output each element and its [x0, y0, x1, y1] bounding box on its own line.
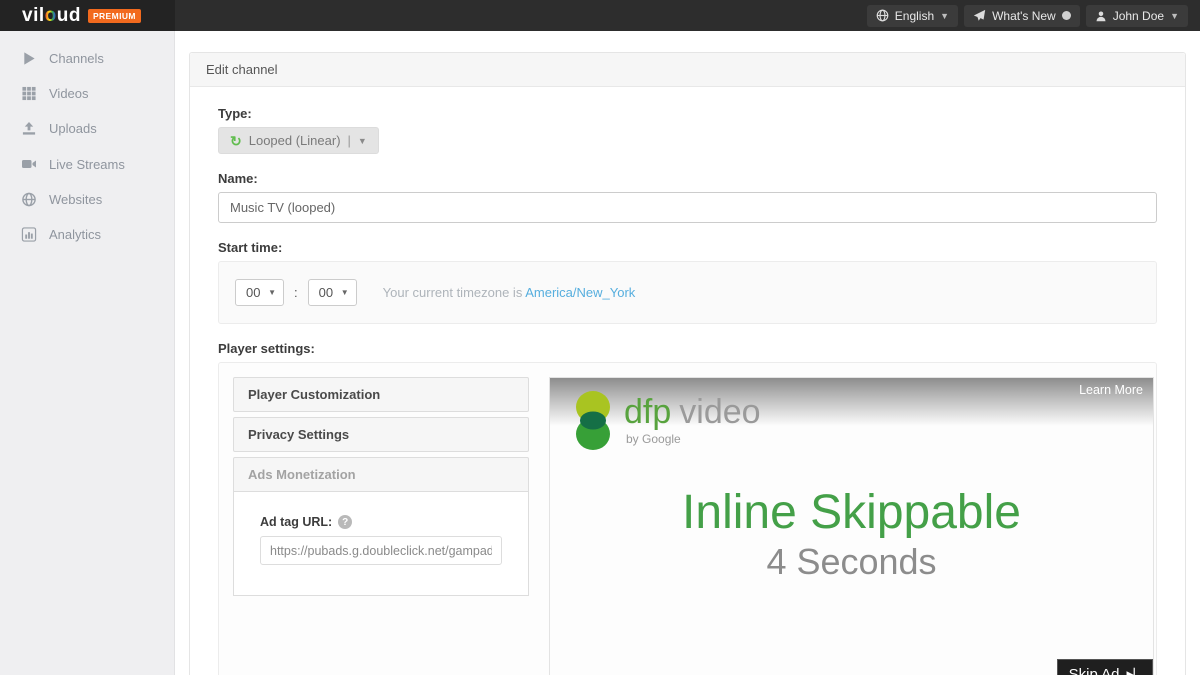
main-content: Edit channel Type: ↻ Looped (Linear) | ▼	[175, 31, 1200, 675]
player-settings-panel: Player Customization Privacy Settings Ad…	[218, 362, 1157, 675]
sidebar-item-label: Channels	[49, 51, 104, 66]
viloud-logo: viloud	[22, 5, 81, 27]
minute-select[interactable]: 00 ▼	[308, 279, 357, 306]
language-label: English	[895, 9, 934, 23]
globe-icon	[876, 9, 889, 22]
page-title: Edit channel	[190, 53, 1185, 87]
name-section: Name:	[218, 171, 1157, 223]
chevron-down-icon: ▼	[341, 288, 349, 297]
user-icon	[1095, 10, 1107, 22]
minute-value: 00	[319, 285, 333, 300]
tab-player-customization[interactable]: Player Customization	[233, 377, 529, 412]
start-time-label: Start time:	[218, 240, 1157, 255]
sidebar-item-uploads[interactable]: Uploads	[0, 111, 174, 146]
sidebar-item-analytics[interactable]: Analytics	[0, 217, 174, 252]
settings-accordion: Player Customization Privacy Settings Ad…	[233, 377, 529, 675]
bar-chart-icon	[21, 227, 37, 242]
topbar-actions: English ▼ What's New John Doe ▼	[175, 0, 1200, 31]
sidebar-item-websites[interactable]: Websites	[0, 182, 174, 217]
learn-more-link[interactable]: Learn More	[1079, 383, 1143, 397]
dfp-video-logo: dfpvideo by Google	[570, 389, 761, 453]
app-window: viloud PREMIUM English ▼ What's New John…	[0, 0, 1200, 675]
premium-badge: PREMIUM	[88, 9, 141, 23]
sidebar-item-label: Uploads	[49, 121, 97, 136]
timezone-link[interactable]: America/New_York	[525, 285, 635, 300]
type-section: Type: ↻ Looped (Linear) | ▼	[218, 106, 1157, 154]
start-time-panel: 00 ▼ : 00 ▼ Your current timezone is Ame…	[218, 261, 1157, 324]
logo-tv-icon: o	[45, 5, 57, 26]
language-menu-button[interactable]: English ▼	[867, 5, 958, 27]
divider: |	[348, 133, 351, 148]
skip-ad-label: Skip Ad	[1069, 666, 1120, 675]
sidebar-item-label: Websites	[49, 192, 102, 207]
channel-name-input[interactable]	[218, 192, 1157, 223]
channel-type-dropdown[interactable]: ↻ Looped (Linear) | ▼	[218, 127, 379, 154]
sidebar-item-live-streams[interactable]: Live Streams	[0, 146, 174, 182]
video-camera-icon	[21, 156, 37, 172]
chevron-down-icon: ▼	[268, 288, 276, 297]
sidebar: Channels Videos Uploads Live Streams Web…	[0, 31, 175, 675]
dfp-logo-text: dfp	[624, 393, 671, 431]
play-icon	[21, 51, 37, 66]
notification-dot	[1062, 11, 1071, 20]
timezone-note: Your current timezone is America/New_Yor…	[383, 285, 636, 300]
name-label: Name:	[218, 171, 1157, 186]
skip-ad-button[interactable]: Skip Ad ▶▏	[1057, 659, 1153, 675]
user-menu-button[interactable]: John Doe ▼	[1086, 5, 1188, 27]
globe-icon	[21, 192, 37, 207]
loop-icon: ↻	[230, 134, 242, 148]
user-name-label: John Doe	[1113, 9, 1164, 23]
ad-subline: 4 Seconds	[550, 541, 1153, 583]
skip-forward-icon: ▶▏	[1127, 668, 1141, 675]
sidebar-item-videos[interactable]: Videos	[0, 76, 174, 111]
edit-channel-card: Edit channel Type: ↻ Looped (Linear) | ▼	[189, 52, 1186, 675]
brand-area[interactable]: viloud PREMIUM	[0, 0, 175, 31]
sidebar-item-label: Videos	[49, 86, 89, 101]
chevron-down-icon: ▼	[1170, 11, 1179, 21]
chevron-down-icon: ▼	[940, 11, 949, 21]
player-settings-section: Player settings: Player Customization Pr…	[218, 341, 1157, 675]
paper-plane-icon	[973, 9, 986, 22]
video-player-preview[interactable]: Learn More dfpvideo by Google Inline Ski…	[549, 377, 1154, 675]
upload-icon	[21, 121, 37, 136]
help-icon[interactable]: ?	[338, 515, 352, 529]
video-logo-text: video	[679, 393, 760, 431]
sidebar-item-label: Analytics	[49, 227, 101, 242]
time-separator: :	[294, 285, 298, 300]
type-value-label: Looped (Linear)	[249, 133, 341, 148]
whats-new-button[interactable]: What's New	[964, 5, 1080, 27]
whats-new-label: What's New	[992, 9, 1056, 23]
tab-ads-monetization[interactable]: Ads Monetization	[233, 457, 529, 492]
chevron-down-icon: ▼	[358, 136, 367, 146]
dfp-circles-icon	[570, 389, 616, 453]
ad-headline: Inline Skippable	[550, 485, 1153, 540]
type-label: Type:	[218, 106, 1157, 121]
topbar: viloud PREMIUM English ▼ What's New John…	[0, 0, 1200, 31]
sidebar-item-channels[interactable]: Channels	[0, 41, 174, 76]
ads-monetization-panel: Ad tag URL: ?	[233, 492, 529, 596]
sidebar-item-label: Live Streams	[49, 157, 125, 172]
tab-privacy-settings[interactable]: Privacy Settings	[233, 417, 529, 452]
by-google-label: by Google	[626, 432, 761, 446]
ad-tag-url-label: Ad tag URL: ?	[260, 515, 502, 529]
hour-value: 00	[246, 285, 260, 300]
start-time-section: Start time: 00 ▼ : 00 ▼ Your curren	[218, 240, 1157, 324]
hour-select[interactable]: 00 ▼	[235, 279, 284, 306]
ad-tag-url-input[interactable]	[260, 536, 502, 565]
grid-icon	[21, 86, 37, 101]
player-settings-label: Player settings:	[218, 341, 1157, 356]
